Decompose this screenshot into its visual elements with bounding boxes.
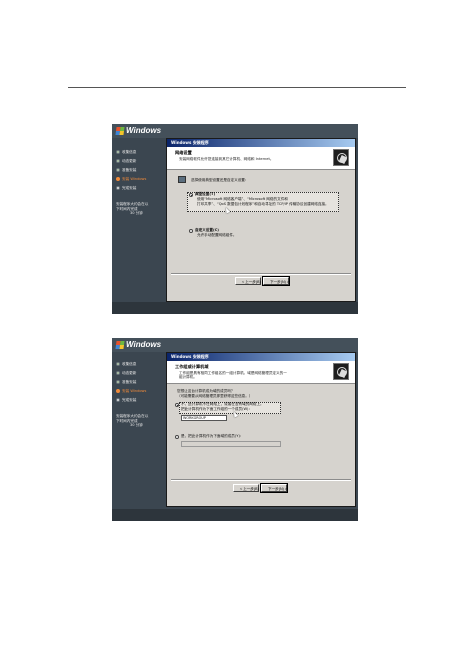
step-bullet-icon — [116, 186, 120, 190]
question-text: 您想让这台计算机成为域的成员吗？ — [177, 389, 235, 393]
step-bullet-icon — [116, 398, 120, 402]
network-icon — [178, 176, 186, 183]
domain-name-input[interactable] — [181, 441, 281, 447]
setup-step: 完成安装 — [116, 396, 162, 404]
typical-settings-radio[interactable] — [189, 193, 193, 197]
dialog-subheading: 安装网络软件允许您连接到其它计算机、网络和 Internet。 — [179, 157, 274, 161]
dialog-heading: 网络设置 — [175, 150, 192, 155]
windows-flag-icon — [115, 126, 125, 135]
dialog-divider — [171, 479, 351, 481]
dialog-header: 网络设置 安装网络软件允许您连接到其它计算机、网络和 Internet。 — [167, 147, 355, 170]
setup-step: 动态更新 — [116, 369, 162, 377]
domain-radio[interactable] — [175, 435, 179, 439]
step-bullet-icon — [116, 159, 120, 163]
setup-steps-list: 收集信息 动态更新 准备安装 安装 Windows 完成安装 — [116, 360, 162, 405]
intro-text: 选择使用典型设置还是自定义设置： — [191, 178, 249, 182]
dialog-title-bar: Windows 安装程序 — [167, 139, 355, 147]
step-bullet-icon — [116, 168, 120, 172]
step-bullet-icon — [116, 177, 120, 181]
setup-step: 准备安装 — [116, 166, 162, 174]
setup-top-bar: Windows — [112, 338, 358, 352]
back-button[interactable]: < 上一步(B) — [233, 484, 259, 492]
setup-step: 动态更新 — [116, 157, 162, 165]
setup-step-current: 安装 Windows — [116, 387, 162, 395]
next-button[interactable]: 下一步(N) > — [260, 483, 288, 493]
setup-wizard-icon — [333, 363, 349, 380]
setup-dialog: Windows 安装程序 工作组或计算机域 工作组是具有相同工作组名的一组计算机… — [166, 352, 356, 507]
custom-settings-radio[interactable] — [189, 229, 193, 233]
workgroup-name-input[interactable]: WORKGROUP — [181, 415, 227, 421]
step-bullet-icon — [116, 389, 120, 393]
setup-step: 收集信息 — [116, 148, 162, 156]
next-button[interactable]: 下一步(N) > — [262, 276, 290, 286]
setup-bottom-bar — [112, 509, 358, 521]
dialog-divider — [171, 273, 351, 275]
windows-logo-text: Windows — [126, 340, 162, 349]
typical-settings-desc: 打印共享”、“QoS 数据包计划程序”和自动寻址的 TCP/IP 传输协议创建网… — [197, 202, 329, 206]
setup-step: 准备安装 — [116, 378, 162, 386]
back-button[interactable]: < 上一步(B) — [235, 277, 261, 285]
step-bullet-icon — [116, 362, 120, 366]
windows-logo: Windows — [115, 340, 162, 349]
workgroup-option-label[interactable]: 把此计算机作为下面工作组的一个成员(W)： — [181, 407, 252, 412]
horizontal-rule — [68, 87, 406, 88]
custom-settings-label[interactable]: 自定义设置(C) — [195, 228, 219, 233]
dialog-body: 您想让这台计算机成为域的成员吗？ （可能需要从网络管理员那里获得这些信息。） 不… — [167, 384, 355, 480]
setup-step: 收集信息 — [116, 360, 162, 368]
dialog-heading: 工作组或计算机域 — [175, 364, 209, 369]
question-note: （可能需要从网络管理员那里获得这些信息。） — [177, 394, 253, 398]
setup-steps-list: 收集信息 动态更新 准备安装 安装 Windows 完成安装 — [116, 148, 162, 193]
windows-flag-icon — [115, 340, 125, 349]
typical-settings-desc: 使用“Microsoft 网络客户端”、“Microsoft 网络的文件和 — [197, 197, 288, 201]
setup-screenshot-network: Windows 收集信息 动态更新 准备安装 安装 Windows 完成安装 安… — [112, 124, 358, 314]
windows-logo: Windows — [115, 126, 162, 135]
step-bullet-icon — [116, 371, 120, 375]
setup-step-current: 安装 Windows — [116, 175, 162, 183]
setup-step: 完成安装 — [116, 184, 162, 192]
domain-option-label[interactable]: 是，把此计算机作为下面域的成员(Y)： — [181, 434, 244, 439]
custom-settings-desc: 允许手动配置网络组件。 — [197, 233, 237, 237]
workgroup-option-label[interactable]: 不，此计算机不在网络上，或者在没有域的网络上。 — [181, 402, 264, 407]
time-remaining: 安装程序大约会在以 下时间内完成 30 分钟 — [116, 202, 149, 216]
step-bullet-icon — [116, 380, 120, 384]
setup-wizard-icon — [333, 149, 349, 166]
dialog-body: 选择使用典型设置还是自定义设置： 典型设置(T) 使用“Microsoft 网络… — [167, 170, 355, 274]
typical-settings-label[interactable]: 典型设置(T) — [195, 192, 215, 197]
dialog-header: 工作组或计算机域 工作组是具有相同工作组名的一组计算机。域是网络管理员定义的一 … — [167, 361, 355, 384]
dialog-subheading: 工作组是具有相同工作组名的一组计算机。域是网络管理员定义的一 组计算机。 — [179, 371, 287, 380]
workgroup-radio[interactable] — [175, 403, 179, 407]
setup-dialog: Windows 安装程序 网络设置 安装网络软件允许您连接到其它计算机、网络和 … — [166, 138, 356, 302]
step-bullet-icon — [116, 150, 120, 154]
setup-bottom-bar — [112, 302, 358, 314]
dialog-title-bar: Windows 安装程序 — [167, 353, 355, 361]
windows-logo-text: Windows — [126, 126, 162, 135]
time-remaining: 安装程序大约会在以 下时间内完成 30 分钟 — [116, 414, 149, 428]
setup-screenshot-workgroup: Windows 收集信息 动态更新 准备安装 安装 Windows 完成安装 安… — [112, 338, 358, 521]
setup-top-bar: Windows — [112, 124, 358, 138]
